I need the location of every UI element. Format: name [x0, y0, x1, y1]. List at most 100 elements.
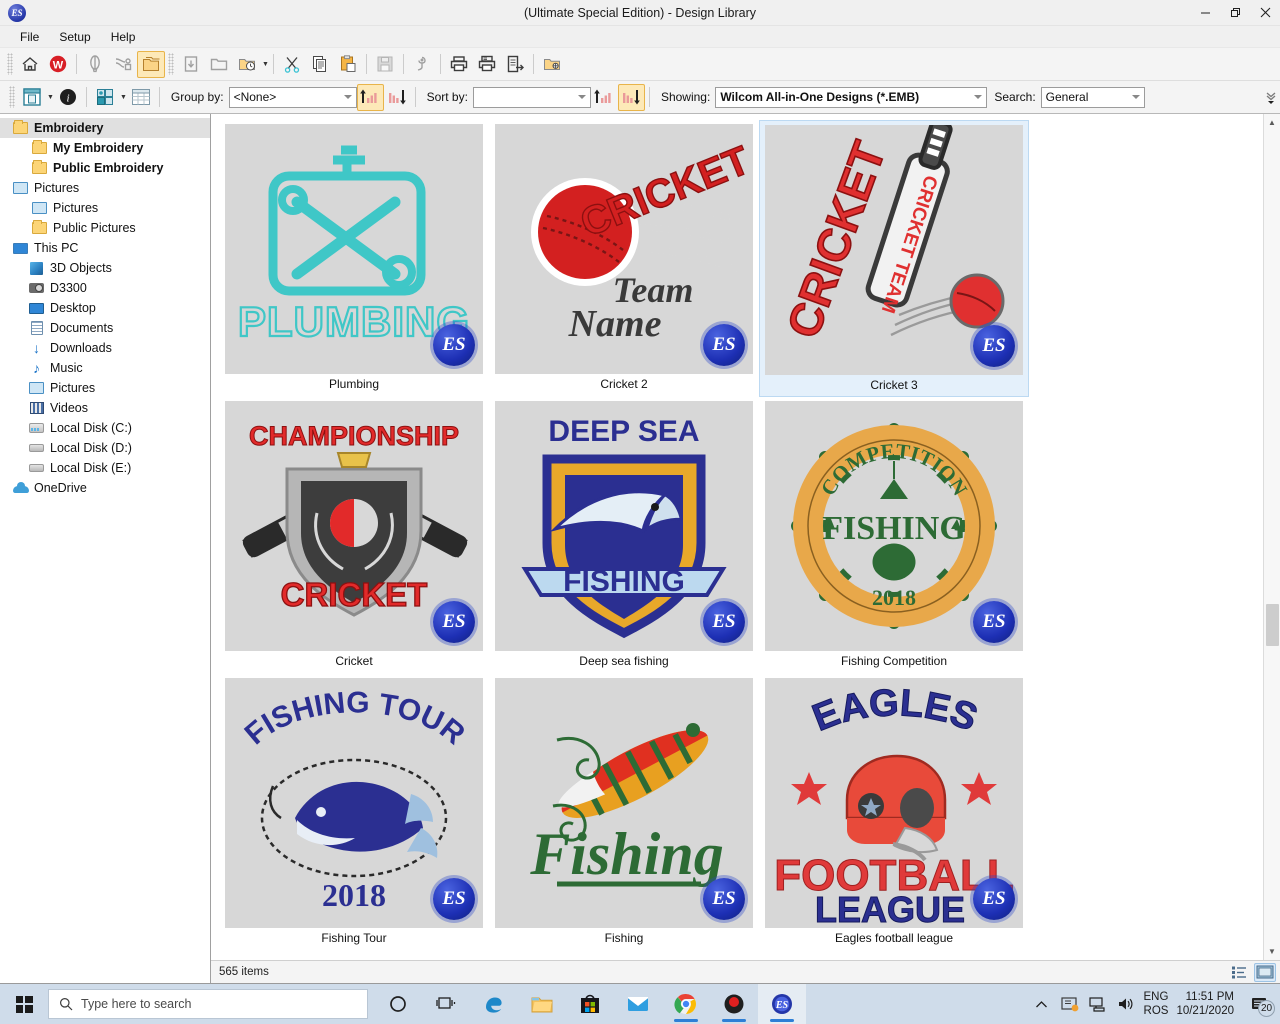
vertical-scrollbar[interactable]: ▲ ▼	[1263, 114, 1280, 960]
home-icon[interactable]	[16, 51, 44, 78]
browse-folder-icon[interactable]	[538, 51, 566, 78]
file-explorer-icon[interactable]	[518, 984, 566, 1024]
chrome-icon[interactable]	[662, 984, 710, 1024]
arrange-icon[interactable]	[91, 84, 119, 111]
design-thumbnail[interactable]: CRICKET Team Name ES	[495, 124, 753, 374]
design-tile[interactable]: CRICKET TEAM CRICKET ES Cricket 3	[759, 120, 1029, 397]
menu-setup[interactable]: Setup	[49, 28, 100, 46]
design-tile[interactable]: COMPETITION FISHING 2018 ES Fishing Competit…	[759, 397, 1029, 674]
stitch-player-icon[interactable]	[408, 51, 436, 78]
recorder-icon[interactable]	[710, 984, 758, 1024]
tree-item-pictures[interactable]: Pictures	[0, 198, 210, 218]
tree-item-3d-objects[interactable]: 3D Objects	[0, 258, 210, 278]
design-thumbnail[interactable]: FISHING DEEP SEA ES	[495, 401, 753, 651]
wilcom-es-icon[interactable]: ES	[758, 984, 806, 1024]
scroll-up-button[interactable]: ▲	[1264, 114, 1280, 131]
thumbnail-view-dropdown-icon[interactable]: ▼	[47, 94, 54, 101]
cut-icon[interactable]	[278, 51, 306, 78]
search-combo[interactable]: General	[1040, 86, 1145, 108]
tree-item-pictures[interactable]: Pictures	[0, 178, 210, 198]
thumbnail-view-icon[interactable]	[1254, 962, 1276, 982]
tree-item-local-disk-e[interactable]: Local Disk (E:)	[0, 458, 210, 478]
design-tile[interactable]: CRICKET Team Name ES Cricket 2	[489, 120, 759, 397]
action-center-icon[interactable]: 20	[1242, 984, 1276, 1024]
design-tile[interactable]: EAGLES FOOTBALL LEAGUE ES Eagles football le…	[759, 674, 1029, 951]
sort-by-combo[interactable]	[472, 86, 591, 108]
language-indicator[interactable]: ENG ROS	[1144, 990, 1169, 1019]
recent-folder-icon[interactable]	[233, 51, 261, 78]
design-thumbnail[interactable]: CHAMPIONSHIP CRICKET ES	[225, 401, 483, 651]
clock[interactable]: 11:51 PM 10/21/2020	[1176, 990, 1234, 1019]
insert-design-icon[interactable]	[177, 51, 205, 78]
group-ascending-button[interactable]	[356, 83, 384, 111]
sort-ascending-button[interactable]	[591, 84, 618, 111]
tree-item-public-embroidery[interactable]: Public Embroidery	[0, 158, 210, 178]
save-icon[interactable]	[371, 51, 399, 78]
design-thumbnail[interactable]: EAGLES FOOTBALL LEAGUE ES	[765, 678, 1023, 928]
table-view-icon[interactable]	[127, 84, 155, 111]
export-icon[interactable]	[501, 51, 529, 78]
tree-item-embroidery[interactable]: Embroidery	[0, 118, 210, 138]
tree-item-videos[interactable]: Videos	[0, 398, 210, 418]
view-toolbar-grip[interactable]	[9, 86, 15, 108]
tree-item-public-pictures[interactable]: Public Pictures	[0, 218, 210, 238]
copy-icon[interactable]	[306, 51, 334, 78]
corel-balloon-icon[interactable]	[81, 51, 109, 78]
microsoft-store-icon[interactable]	[566, 984, 614, 1024]
edge-icon[interactable]	[470, 984, 518, 1024]
group-descending-button[interactable]	[384, 84, 411, 111]
scrollbar-thumb[interactable]	[1266, 604, 1279, 646]
show-hidden-icons-icon[interactable]	[1031, 1000, 1052, 1009]
network-tray-icon[interactable]	[1088, 995, 1108, 1013]
paste-icon[interactable]	[334, 51, 362, 78]
search-input[interactable]: Type here to search	[48, 989, 368, 1019]
tree-item-this-pc[interactable]: This PC	[0, 238, 210, 258]
design-thumbnail[interactable]: CRICKET TEAM CRICKET ES	[765, 125, 1023, 375]
tree-item-desktop[interactable]: Desktop	[0, 298, 210, 318]
design-library-icon[interactable]	[137, 50, 165, 78]
onedrive-tray-icon[interactable]	[1060, 995, 1080, 1013]
toolbar-grip-2[interactable]	[168, 53, 174, 75]
mail-icon[interactable]	[614, 984, 662, 1024]
tree-item-onedrive[interactable]: OneDrive	[0, 478, 210, 498]
thumbnail-view-icon[interactable]	[18, 84, 46, 111]
tree-item-d3300[interactable]: D3300	[0, 278, 210, 298]
recent-dropdown-icon[interactable]: ▼	[262, 61, 269, 68]
print-preview-icon[interactable]	[473, 51, 501, 78]
list-view-icon[interactable]	[1228, 963, 1250, 982]
open-folder-icon[interactable]	[205, 51, 233, 78]
tree-item-pictures[interactable]: Pictures	[0, 378, 210, 398]
cortana-icon[interactable]	[374, 984, 422, 1024]
menu-help[interactable]: Help	[101, 28, 146, 46]
scroll-down-button[interactable]: ▼	[1264, 943, 1280, 960]
design-convert-icon[interactable]	[109, 51, 137, 78]
design-tile[interactable]: FISHING TOUR 2018 ES Fishing Tour	[219, 674, 489, 951]
tree-item-my-embroidery[interactable]: My Embroidery	[0, 138, 210, 158]
design-tile[interactable]: FISHING DEEP SEA ES Deep sea fishing	[489, 397, 759, 674]
windows-start-icon[interactable]	[0, 984, 48, 1024]
toolbar-overflow-icon[interactable]	[1262, 81, 1280, 114]
design-tile[interactable]: PLUMBING ES Plumbing	[219, 120, 489, 397]
group-by-combo[interactable]: <None>	[228, 86, 357, 108]
tree-item-local-disk-d[interactable]: Local Disk (D:)	[0, 438, 210, 458]
wilcom-logo-icon[interactable]: W	[44, 51, 72, 78]
design-thumbnail[interactable]: COMPETITION FISHING 2018 ES	[765, 401, 1023, 651]
menu-file[interactable]: File	[10, 28, 49, 46]
arrange-dropdown-icon[interactable]: ▼	[120, 94, 127, 101]
tree-item-documents[interactable]: Documents	[0, 318, 210, 338]
design-tile[interactable]: Fishing ES Fishing	[489, 674, 759, 951]
toolbar-grip[interactable]	[7, 53, 13, 75]
volume-tray-icon[interactable]	[1116, 995, 1136, 1013]
print-icon[interactable]	[445, 51, 473, 78]
tree-item-downloads[interactable]: ↓ Downloads	[0, 338, 210, 358]
tree-item-local-disk-c[interactable]: Local Disk (C:)	[0, 418, 210, 438]
design-thumbnail[interactable]: PLUMBING ES	[225, 124, 483, 374]
design-thumbnail[interactable]: FISHING TOUR 2018 ES	[225, 678, 483, 928]
design-tile[interactable]: CHAMPIONSHIP CRICKET ES Cricket	[219, 397, 489, 674]
task-view-icon[interactable]	[422, 984, 470, 1024]
showing-combo[interactable]: Wilcom All-in-One Designs (*.EMB)	[715, 86, 988, 108]
tree-item-music[interactable]: ♪ Music	[0, 358, 210, 378]
sort-descending-button[interactable]	[617, 83, 645, 111]
info-icon[interactable]: i	[54, 84, 82, 111]
design-thumbnail[interactable]: Fishing ES	[495, 678, 753, 928]
